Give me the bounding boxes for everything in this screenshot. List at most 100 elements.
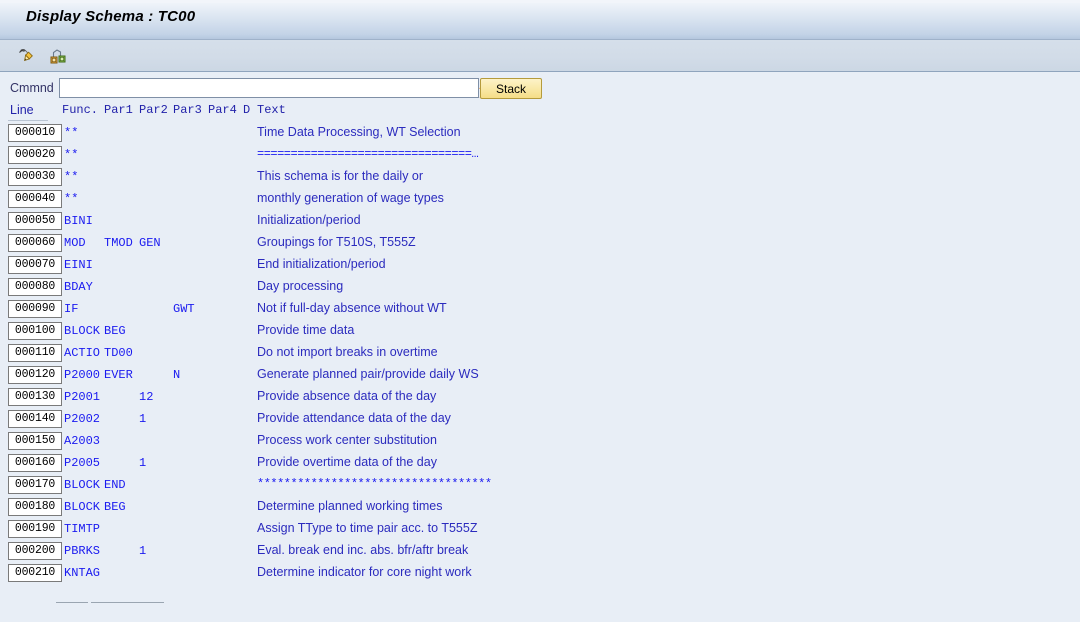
- cell-func[interactable]: **: [64, 125, 78, 141]
- line-number-field[interactable]: 000010: [8, 124, 62, 142]
- table-row[interactable]: 000110 ACTIO TD00 Do not import breaks in o…: [0, 344, 1080, 366]
- cell-par2[interactable]: 1: [139, 543, 146, 559]
- cell-func[interactable]: P2000: [64, 367, 100, 383]
- cell-func[interactable]: MOD: [64, 235, 86, 251]
- stack-button[interactable]: Stack: [480, 78, 542, 99]
- cell-text[interactable]: Day processing: [257, 278, 343, 295]
- table-row[interactable]: 000160 P2005 1 Provide overtime data of the…: [0, 454, 1080, 476]
- line-number-field[interactable]: 000170: [8, 476, 62, 494]
- cell-par2[interactable]: 1: [139, 411, 146, 427]
- cell-par1[interactable]: TMOD: [104, 235, 133, 251]
- cell-text[interactable]: Determine indicator for core night work: [257, 564, 472, 581]
- cell-func[interactable]: EINI: [64, 257, 93, 273]
- cell-par2[interactable]: 1: [139, 455, 146, 471]
- cell-par1[interactable]: BEG: [104, 323, 126, 339]
- cell-func[interactable]: BLOCK: [64, 499, 100, 515]
- cell-text[interactable]: monthly generation of wage types: [257, 190, 444, 207]
- table-row[interactable]: 000150 A2003 Process work center substitut…: [0, 432, 1080, 454]
- line-number-field[interactable]: 000140: [8, 410, 62, 428]
- table-row[interactable]: 000170 BLOCK END **************************…: [0, 476, 1080, 498]
- cell-text[interactable]: ***********************************: [257, 476, 492, 493]
- line-number-field[interactable]: 000130: [8, 388, 62, 406]
- table-row[interactable]: 000200 PBRKS 1 Eval. break end inc. abs. bf…: [0, 542, 1080, 564]
- line-number-field[interactable]: 000030: [8, 168, 62, 186]
- table-row[interactable]: 000090 IF GWT Not if full-day absence witho…: [0, 300, 1080, 322]
- cell-func[interactable]: IF: [64, 301, 78, 317]
- line-number-field[interactable]: 000200: [8, 542, 62, 560]
- line-number-field[interactable]: 000080: [8, 278, 62, 296]
- line-number-field[interactable]: 000020: [8, 146, 62, 164]
- line-number-field[interactable]: 000160: [8, 454, 62, 472]
- table-row[interactable]: 000050 BINI Initialization/period: [0, 212, 1080, 234]
- line-number-field[interactable]: 000110: [8, 344, 62, 362]
- cell-par1[interactable]: END: [104, 477, 126, 493]
- cell-par1[interactable]: BEG: [104, 499, 126, 515]
- cell-text[interactable]: Do not import breaks in overtime: [257, 344, 438, 361]
- table-row[interactable]: 000210 KNTAG Determine indicator for core …: [0, 564, 1080, 586]
- cell-text[interactable]: Provide overtime data of the day: [257, 454, 437, 471]
- cell-par2[interactable]: GEN: [139, 235, 161, 251]
- cell-text[interactable]: Time Data Processing, WT Selection: [257, 124, 461, 141]
- cell-text[interactable]: Provide attendance data of the day: [257, 410, 451, 427]
- line-number-field[interactable]: 000210: [8, 564, 62, 582]
- cell-func[interactable]: ACTIO: [64, 345, 100, 361]
- line-number-field[interactable]: 000040: [8, 190, 62, 208]
- cell-par3[interactable]: GWT: [173, 301, 195, 317]
- table-row[interactable]: 000070 EINI End initialization/period: [0, 256, 1080, 278]
- cell-text[interactable]: Assign TType to time pair acc. to T555Z: [257, 520, 477, 537]
- cell-func[interactable]: A2003: [64, 433, 100, 449]
- cell-func[interactable]: **: [64, 147, 78, 163]
- table-row[interactable]: 000190 TIMTP Assign TType to time pair acc…: [0, 520, 1080, 542]
- cell-text[interactable]: End initialization/period: [257, 256, 386, 273]
- table-row[interactable]: 000020 ** ================================…: [0, 146, 1080, 168]
- table-row[interactable]: 000030 ** This schema is for the daily or: [0, 168, 1080, 190]
- table-row[interactable]: 000010 ** Time Data Processing, WT Selecti…: [0, 124, 1080, 146]
- cell-func[interactable]: **: [64, 169, 78, 185]
- table-row[interactable]: 000040 ** monthly generation of wage types: [0, 190, 1080, 212]
- table-row[interactable]: 000140 P2002 1 Provide attendance data of t…: [0, 410, 1080, 432]
- structure-button[interactable]: [46, 44, 70, 68]
- cell-par1[interactable]: TD00: [104, 345, 133, 361]
- cell-func[interactable]: TIMTP: [64, 521, 100, 537]
- cell-text[interactable]: ================================…: [257, 146, 479, 163]
- line-number-field[interactable]: 000070: [8, 256, 62, 274]
- line-number-field[interactable]: 000150: [8, 432, 62, 450]
- cell-func[interactable]: P2005: [64, 455, 100, 471]
- cell-func[interactable]: BINI: [64, 213, 93, 229]
- line-number-field[interactable]: 000100: [8, 322, 62, 340]
- cell-func[interactable]: PBRKS: [64, 543, 100, 559]
- cell-text[interactable]: Process work center substitution: [257, 432, 437, 449]
- cell-func[interactable]: **: [64, 191, 78, 207]
- cell-func[interactable]: BLOCK: [64, 477, 100, 493]
- cell-text[interactable]: Provide absence data of the day: [257, 388, 436, 405]
- command-input[interactable]: [59, 78, 479, 98]
- line-number-field[interactable]: 000120: [8, 366, 62, 384]
- cell-par3[interactable]: N: [173, 367, 180, 383]
- edit-schema-button[interactable]: [14, 44, 38, 68]
- cell-func[interactable]: P2002: [64, 411, 100, 427]
- cell-func[interactable]: BDAY: [64, 279, 93, 295]
- cell-par1[interactable]: EVER: [104, 367, 133, 383]
- line-number-field[interactable]: 000090: [8, 300, 62, 318]
- cell-func[interactable]: BLOCK: [64, 323, 100, 339]
- line-number-field[interactable]: 000050: [8, 212, 62, 230]
- cell-func[interactable]: KNTAG: [64, 565, 100, 581]
- cell-text[interactable]: Determine planned working times: [257, 498, 443, 515]
- line-number-field[interactable]: 000060: [8, 234, 62, 252]
- table-row[interactable]: 000180 BLOCK BEG Determine planned working …: [0, 498, 1080, 520]
- cell-text[interactable]: Groupings for T510S, T555Z: [257, 234, 416, 251]
- cell-func[interactable]: P2001: [64, 389, 100, 405]
- table-row[interactable]: 000120 P2000 EVER N Generate planned pair/pr…: [0, 366, 1080, 388]
- cell-text[interactable]: Generate planned pair/provide daily WS: [257, 366, 479, 383]
- table-row[interactable]: 000100 BLOCK BEG Provide time data: [0, 322, 1080, 344]
- cell-par2[interactable]: 12: [139, 389, 153, 405]
- cell-text[interactable]: This schema is for the daily or: [257, 168, 423, 185]
- table-row[interactable]: 000130 P2001 12 Provide absence data of the…: [0, 388, 1080, 410]
- cell-text[interactable]: Eval. break end inc. abs. bfr/aftr break: [257, 542, 468, 559]
- cell-text[interactable]: Initialization/period: [257, 212, 361, 229]
- line-number-field[interactable]: 000190: [8, 520, 62, 538]
- cell-text[interactable]: Provide time data: [257, 322, 354, 339]
- table-row[interactable]: 000080 BDAY Day processing: [0, 278, 1080, 300]
- table-row[interactable]: 000060 MOD TMOD GEN Groupings for T510S, T55…: [0, 234, 1080, 256]
- cell-text[interactable]: Not if full-day absence without WT: [257, 300, 447, 317]
